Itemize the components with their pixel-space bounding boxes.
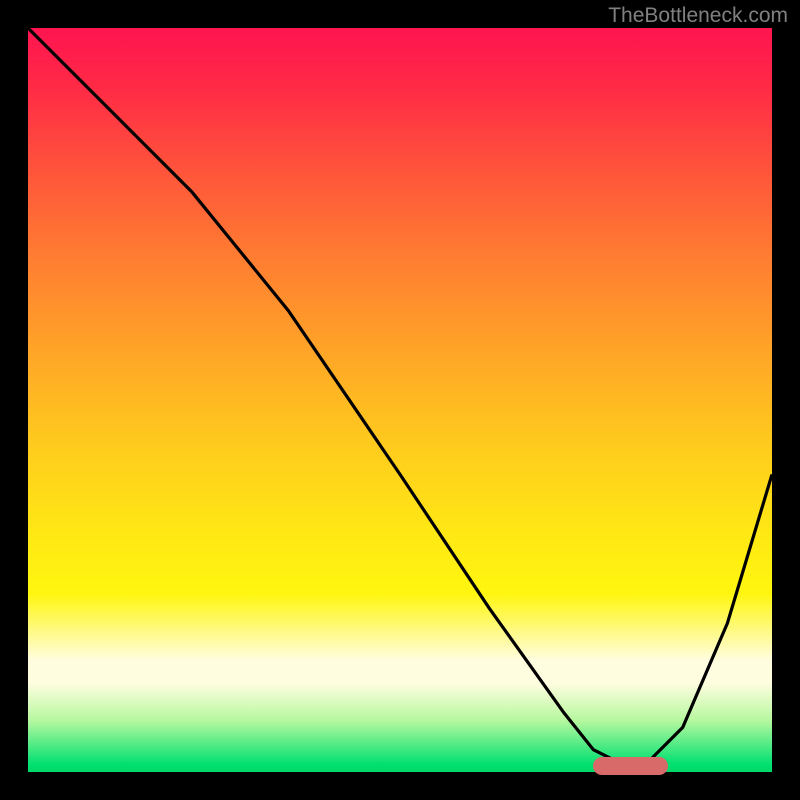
- watermark-text: TheBottleneck.com: [608, 4, 788, 28]
- bottleneck-curve: [28, 28, 772, 772]
- optimum-range-marker: [593, 757, 667, 775]
- chart-gradient-area: [28, 28, 772, 772]
